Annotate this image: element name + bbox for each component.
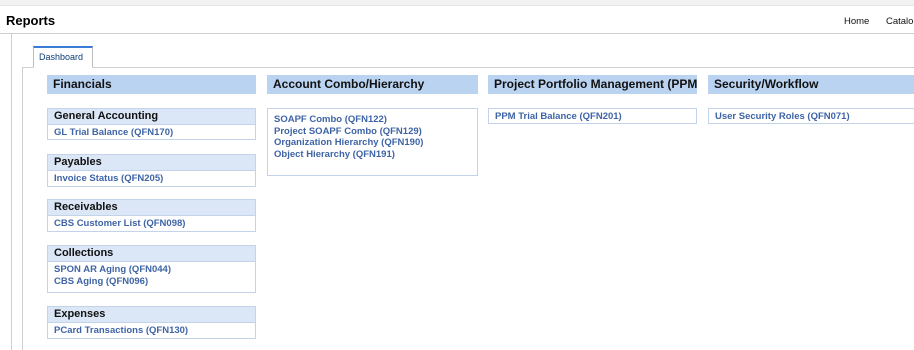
gl-trial-balance-link[interactable]: GL Trial Balance (QFN170)	[54, 127, 255, 139]
user-security-roles-link[interactable]: User Security Roles (QFN071)	[715, 111, 914, 123]
expenses-header: Expenses	[47, 306, 256, 322]
receivables-box: CBS Customer List (QFN098)	[47, 215, 256, 232]
top-nav: Home Catalog	[844, 16, 914, 27]
cbs-customer-list-link[interactable]: CBS Customer List (QFN098)	[54, 218, 255, 230]
pcard-transactions-link[interactable]: PCard Transactions (QFN130)	[54, 325, 255, 337]
organization-hierarchy-link[interactable]: Organization Hierarchy (QFN190)	[274, 137, 477, 149]
general-accounting-box: GL Trial Balance (QFN170)	[47, 124, 256, 140]
nav-catalog-link[interactable]: Catalog	[886, 16, 914, 27]
security-header: Security/Workflow	[708, 75, 914, 94]
project-soapf-combo-link[interactable]: Project SOAPF Combo (QFN129)	[274, 126, 477, 138]
spon-ar-aging-link[interactable]: SPON AR Aging (QFN044)	[54, 264, 255, 276]
general-accounting-header: General Accounting	[47, 108, 256, 124]
ppm-trial-balance-link[interactable]: PPM Trial Balance (QFN201)	[495, 111, 696, 123]
tab-dashboard[interactable]: Dashboard	[33, 46, 93, 68]
account-combo-box: SOAPF Combo (QFN122) Project SOAPF Combo…	[267, 108, 478, 176]
account-combo-header: Account Combo/Hierarchy	[267, 75, 478, 94]
receivables-header: Receivables	[47, 199, 256, 215]
app-header: Reports Home Catalog	[0, 6, 914, 34]
collections-header: Collections	[47, 245, 256, 261]
cbs-aging-link[interactable]: CBS Aging (QFN096)	[54, 276, 255, 288]
expenses-box: PCard Transactions (QFN130)	[47, 322, 256, 339]
nav-home-link[interactable]: Home	[844, 16, 869, 27]
page-title: Reports	[6, 13, 56, 28]
soapf-combo-link[interactable]: SOAPF Combo (QFN122)	[274, 114, 477, 126]
payables-header: Payables	[47, 154, 256, 170]
payables-box: Invoice Status (QFN205)	[47, 170, 256, 187]
ppm-header: Project Portfolio Management (PPM)	[488, 75, 697, 94]
ppm-box: PPM Trial Balance (QFN201)	[488, 108, 697, 124]
invoice-status-link[interactable]: Invoice Status (QFN205)	[54, 173, 255, 185]
collections-box: SPON AR Aging (QFN044) CBS Aging (QFN096…	[47, 261, 256, 293]
financials-header: Financials	[47, 75, 256, 94]
security-box: User Security Roles (QFN071)	[708, 108, 914, 124]
object-hierarchy-link[interactable]: Object Hierarchy (QFN191)	[274, 149, 477, 161]
